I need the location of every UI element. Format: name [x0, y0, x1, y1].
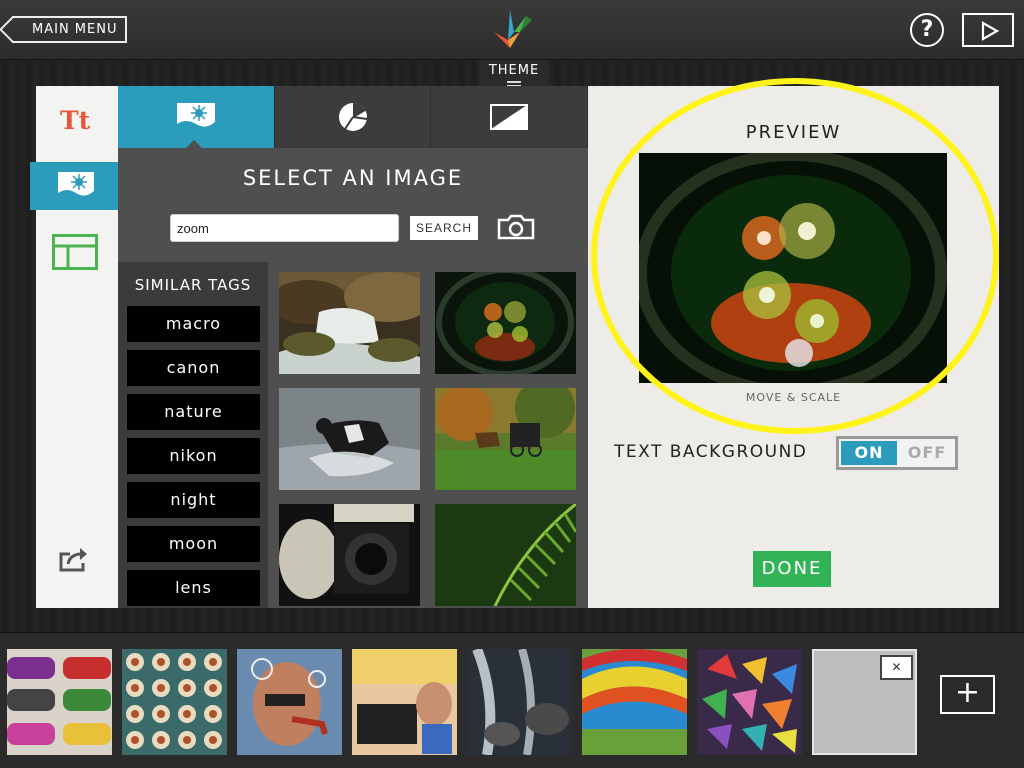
slide-waterfall-rocks[interactable] — [467, 649, 572, 755]
play-icon — [981, 21, 999, 41]
image-results-grid — [268, 262, 588, 608]
tag-nature[interactable]: nature — [127, 394, 260, 430]
thumb-fern[interactable] — [435, 504, 576, 606]
top-bar: MAIN MENU ? — [0, 0, 1024, 60]
toggle-on[interactable]: ON — [841, 441, 897, 465]
tab-contrast[interactable] — [431, 86, 589, 148]
tag-nikon[interactable]: nikon — [127, 438, 260, 474]
thumb-horse-buggy[interactable] — [435, 388, 576, 490]
select-image-title: SELECT AN IMAGE — [242, 166, 464, 190]
thumb-dog-splash[interactable] — [279, 388, 420, 490]
help-button[interactable]: ? — [910, 13, 944, 47]
add-slide-button[interactable]: + — [940, 675, 995, 714]
logo-icon — [494, 10, 532, 48]
tab-image[interactable] — [118, 86, 275, 149]
tab-color[interactable] — [274, 86, 432, 148]
contrast-icon — [490, 104, 529, 130]
text-background-toggle[interactable]: ON OFF — [836, 436, 958, 470]
text-tool-icon[interactable]: Tt — [60, 106, 90, 135]
slide-typewriter-boy[interactable] — [352, 649, 457, 755]
slide-paper-cranes[interactable] — [697, 649, 802, 755]
highlight-circle — [591, 78, 999, 434]
left-rail: Tt — [30, 86, 132, 608]
share-icon[interactable] — [58, 546, 88, 572]
search-input[interactable] — [170, 214, 399, 242]
image-tool-tab[interactable] — [30, 162, 132, 210]
slide-balloon[interactable] — [582, 649, 687, 755]
image-icon — [176, 103, 215, 131]
image-icon — [58, 172, 94, 200]
tag-lens[interactable]: lens — [127, 570, 260, 606]
slide-bubble-pipe[interactable] — [237, 649, 342, 755]
tag-moon[interactable]: moon — [127, 526, 260, 562]
slide-empty[interactable]: ✕ — [812, 649, 917, 755]
similar-tags: SIMILAR TAGS macro canon nature nikon ni… — [118, 262, 268, 608]
slide-filmstrip: ✕ + — [0, 632, 1024, 768]
close-icon[interactable]: ✕ — [880, 655, 913, 680]
tag-canon[interactable]: canon — [127, 350, 260, 386]
slide-sunglasses[interactable] — [7, 649, 112, 755]
search-button[interactable]: SEARCH — [410, 216, 478, 240]
similar-tags-title: SIMILAR TAGS — [134, 276, 252, 294]
slide-tiles[interactable] — [122, 649, 227, 755]
theme-label: THEME — [488, 63, 540, 78]
image-tabs — [118, 86, 589, 149]
tag-night[interactable]: night — [127, 482, 260, 518]
main-menu-button[interactable]: MAIN MENU — [12, 16, 128, 43]
layout-icon[interactable] — [52, 234, 98, 270]
thumb-waterfall[interactable] — [279, 272, 420, 374]
tag-macro[interactable]: macro — [127, 306, 260, 342]
image-selector-panel: SELECT AN IMAGE SEARCH SIMILAR TAGS macr… — [118, 86, 589, 608]
text-background-label: TEXT BACKGROUND — [614, 442, 808, 462]
play-button[interactable] — [962, 13, 1014, 47]
toggle-off[interactable]: OFF — [899, 439, 955, 467]
pie-chart-icon — [338, 103, 367, 131]
thumb-camera-portrait[interactable] — [279, 504, 420, 606]
done-button[interactable]: DONE — [753, 551, 831, 587]
thumb-lens[interactable] — [435, 272, 576, 374]
camera-icon[interactable] — [497, 214, 535, 240]
